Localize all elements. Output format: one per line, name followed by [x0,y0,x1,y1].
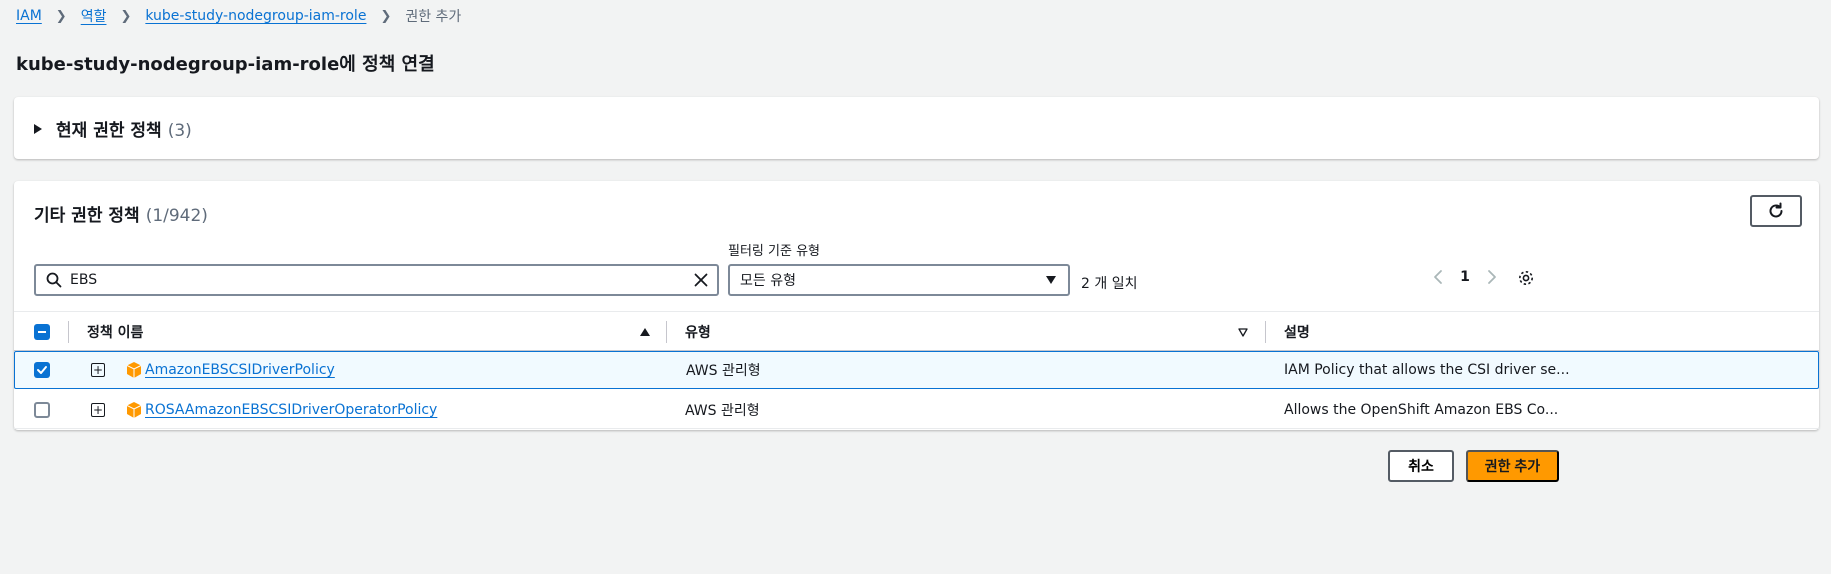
other-policies-panel: 기타 권한 정책 (1/942) 필터링 기준 유형 EBS 모든 유형 2 개 … [14,181,1819,430]
pagination: 1 [1426,269,1504,285]
refresh-icon [1769,202,1783,218]
search-value: EBS [70,272,98,288]
aws-cube-icon [125,361,143,379]
breadcrumb-role-link[interactable]: kube-study-nodegroup-iam-role [145,8,366,24]
sort-ascending-icon[interactable] [640,312,650,352]
plus-box-icon: + [91,402,105,417]
breadcrumb-current: 권한 추가 [405,9,462,25]
sort-descending-icon[interactable] [1238,312,1248,352]
current-policies-expander[interactable]: 현재 권한 정책 (3) [34,116,192,141]
filter-type-select[interactable]: 모든 유형 [728,264,1070,296]
column-divider [666,321,667,343]
caret-down-icon [1046,276,1056,284]
caret-right-icon [34,123,42,134]
policy-name-cell: ROSAAmazonEBSCSIDriverOperatorPolicy [125,391,437,428]
plus-box-icon: + [91,363,105,377]
add-permissions-button[interactable]: 권한 추가 [1466,450,1559,482]
chevron-right-icon: ❯ [120,8,132,24]
other-policies-count: (1/942) [145,206,208,226]
chevron-right-icon[interactable] [1480,269,1504,285]
expand-row-button[interactable]: + [91,352,105,388]
other-policies-title-text: 기타 권한 정책 [34,206,140,226]
policy-search-input[interactable]: EBS [34,264,719,296]
row-checkbox[interactable] [34,352,50,388]
column-header-description[interactable]: 설명 [1284,312,1310,352]
breadcrumb: IAM ❯ 역할 ❯ kube-study-nodegroup-iam-role… [16,6,461,26]
policy-description-cell: IAM Policy that allows the CSI driver se… [1284,362,1570,378]
current-policies-panel: 현재 권한 정책 (3) [14,97,1819,159]
table-header: 정책 이름 유형 설명 [14,311,1819,351]
policy-type-cell: AWS 관리형 [686,363,761,379]
page-number[interactable]: 1 [1450,269,1480,285]
current-policies-count: (3) [167,121,192,141]
breadcrumb-iam-link[interactable]: IAM [16,8,42,24]
gear-icon[interactable] [1517,269,1535,287]
table-row[interactable]: + AmazonEBSCSIDriverPolicy AWS 관리형 IAM P… [14,351,1819,389]
filter-type-value: 모든 유형 [740,273,796,289]
filter-type-label: 필터링 기준 유형 [728,244,820,259]
column-divider [68,321,69,343]
cancel-button[interactable]: 취소 [1388,450,1454,482]
policy-name-cell: AmazonEBSCSIDriverPolicy [125,352,335,388]
policy-description-cell: Allows the OpenShift Amazon EBS Co... [1284,401,1559,418]
aws-cube-icon [125,401,143,419]
checkbox-unchecked-icon [34,401,50,418]
page-title: kube-study-nodegroup-iam-role에 정책 연결 [16,54,435,75]
expand-row-button[interactable]: + [91,391,105,428]
policy-link[interactable]: ROSAAmazonEBSCSIDriverOperatorPolicy [145,402,437,418]
table-row[interactable]: + ROSAAmazonEBSCSIDriverOperatorPolicy A… [14,391,1819,429]
policy-link[interactable]: AmazonEBSCSIDriverPolicy [145,362,335,378]
column-divider [1265,321,1266,343]
checkbox-indeterminate-icon [34,324,50,340]
column-header-type[interactable]: 유형 [685,312,711,352]
current-policies-title-text: 현재 권한 정책 [56,121,162,141]
column-header-policy-name[interactable]: 정책 이름 [87,312,143,352]
refresh-button[interactable] [1750,195,1802,227]
close-icon[interactable] [693,272,709,288]
chevron-right-icon: ❯ [380,8,392,24]
breadcrumb-roles-link[interactable]: 역할 [81,6,107,26]
match-count: 2 개 일치 [1081,276,1138,292]
row-checkbox[interactable] [34,391,50,428]
page: IAM ❯ 역할 ❯ kube-study-nodegroup-iam-role… [0,0,1831,574]
checkbox-checked-icon [34,362,50,378]
search-icon [46,272,62,288]
chevron-right-icon: ❯ [55,8,67,24]
current-policies-title: 현재 권한 정책 (3) [56,116,192,141]
policy-type-cell: AWS 관리형 [685,402,760,419]
other-policies-title: 기타 권한 정책 (1/942) [34,201,208,226]
select-all-checkbox[interactable] [34,312,50,352]
chevron-left-icon[interactable] [1426,269,1450,285]
